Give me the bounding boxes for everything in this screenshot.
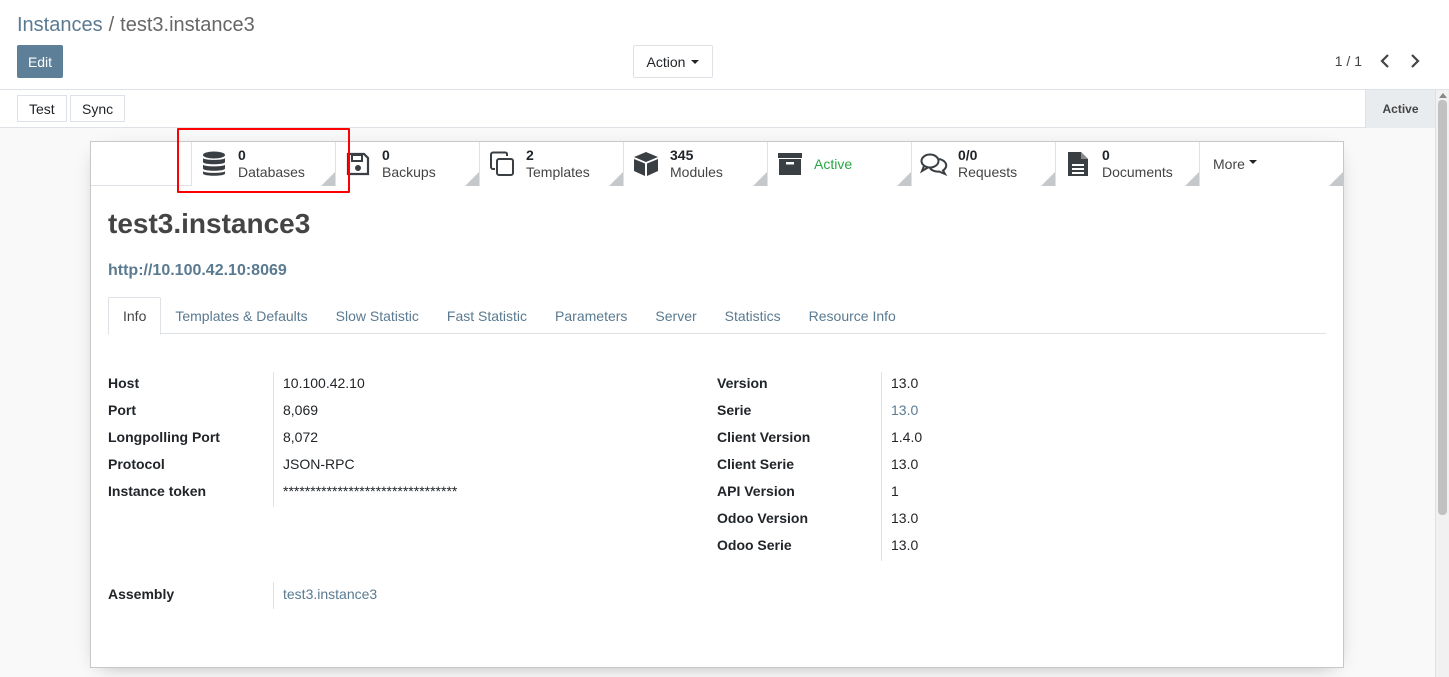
tab-templates-defaults[interactable]: Templates & Defaults <box>161 297 321 334</box>
breadcrumb-instances-link[interactable]: Instances <box>17 14 103 36</box>
field-host: Host <box>108 369 139 396</box>
divider <box>273 372 274 507</box>
action-dropdown-button[interactable]: Action <box>633 45 713 78</box>
documents-smart-button[interactable]: 0 Documents <box>1055 142 1199 186</box>
divider <box>273 582 274 609</box>
assembly-link[interactable]: test3.instance3 <box>283 586 377 602</box>
database-icon <box>200 150 228 178</box>
scrollbar[interactable] <box>1435 90 1449 677</box>
stat-value: 0 <box>382 147 390 163</box>
field-label: Version <box>717 374 768 391</box>
host-value: 10.100.42.10 <box>283 374 365 391</box>
stat-value: 0/0 <box>958 147 978 163</box>
action-label: Action <box>646 53 686 70</box>
field-label: Host <box>108 374 140 391</box>
field-label: Client Version <box>717 428 811 445</box>
instance-token-value: ******************************** <box>283 482 458 499</box>
backups-smart-button[interactable]: 0 Backups <box>335 142 479 186</box>
version-value: 13.0 <box>891 374 919 391</box>
breadcrumb: Instances / test3.instance3 <box>17 14 255 37</box>
templates-smart-button[interactable]: 2 Templates <box>479 142 623 186</box>
record-title: test3.instance3 <box>108 208 311 239</box>
field-label: Odoo Serie <box>717 536 792 553</box>
stat-value: 2 <box>526 147 534 163</box>
active-toggle-button[interactable]: Active <box>767 142 911 186</box>
edit-button[interactable]: Edit <box>17 45 63 78</box>
floppy-disk-icon <box>344 150 372 178</box>
test-button[interactable]: Test <box>17 95 67 122</box>
stat-label: Templates <box>526 164 590 180</box>
tab-parameters[interactable]: Parameters <box>541 297 641 334</box>
chevron-right-icon <box>1411 54 1420 68</box>
chevron-left-icon <box>1380 54 1389 68</box>
scroll-up-icon[interactable] <box>1439 93 1447 98</box>
control-panel: Instances / test3.instance3 Edit Action 1 … <box>0 0 1449 90</box>
tab-server[interactable]: Server <box>641 297 710 334</box>
breadcrumb-separator: / <box>108 14 115 36</box>
pager-value[interactable]: 1 / 1 <box>1335 53 1362 69</box>
field-label: Protocol <box>108 455 165 472</box>
stat-value: 0 <box>1102 147 1110 163</box>
comments-icon <box>920 150 948 178</box>
tab-statistics[interactable]: Statistics <box>711 297 795 334</box>
smart-button-box: 0 Databases 0 Backups 2 Templates 345 Mo… <box>191 142 1343 186</box>
divider <box>91 185 191 186</box>
field-label: Client Serie <box>717 455 795 472</box>
archive-icon <box>776 150 804 178</box>
breadcrumb-current: test3.instance3 <box>120 14 255 36</box>
api-version-value: 1 <box>891 482 899 499</box>
caret-down-icon <box>1248 160 1257 164</box>
tab-fast-statistic[interactable]: Fast Statistic <box>433 297 541 334</box>
document-icon <box>1064 150 1092 178</box>
sync-button[interactable]: Sync <box>70 95 126 122</box>
stat-label: Documents <box>1102 164 1173 180</box>
port-value: 8,069 <box>283 401 319 418</box>
modules-smart-button[interactable]: 345 Modules <box>623 142 767 186</box>
status-badge[interactable]: Active <box>1365 90 1435 128</box>
instance-url-link[interactable]: http://10.100.42.10:8069 <box>108 262 287 280</box>
tab-info[interactable]: Info <box>108 297 162 335</box>
field-label: Instance token <box>108 482 207 499</box>
field-label: Port <box>108 401 136 418</box>
odoo-serie-value: 13.0 <box>891 536 919 553</box>
field-label: API Version <box>717 482 795 499</box>
requests-smart-button[interactable]: 0/0 Requests <box>911 142 1055 186</box>
field-label: Odoo Version <box>717 509 809 526</box>
tab-resource-info[interactable]: Resource Info <box>795 297 910 334</box>
more-label: More <box>1213 156 1245 172</box>
stat-label: Modules <box>670 164 723 180</box>
statusbar: Test Sync Active <box>0 90 1435 128</box>
copy-icon <box>488 150 516 178</box>
scrollbar-thumb[interactable] <box>1438 100 1447 515</box>
stat-label: Requests <box>958 164 1018 180</box>
form-sheet: 0 Databases 0 Backups 2 Templates 345 Mo… <box>90 141 1344 668</box>
pager-next-button[interactable] <box>1405 50 1425 72</box>
field-label: Longpolling Port <box>108 428 220 445</box>
stat-value: 345 <box>670 147 694 163</box>
pager-previous-button[interactable] <box>1375 50 1395 72</box>
serie-link[interactable]: 13.0 <box>891 402 918 418</box>
protocol-value: JSON-RPC <box>283 455 355 472</box>
more-dropdown-button[interactable]: More <box>1199 142 1343 186</box>
tab-slow-statistic[interactable]: Slow Statistic <box>322 297 433 334</box>
field-label: Assembly <box>108 585 175 602</box>
notebook-tabs: Info Templates & Defaults Slow Statistic… <box>108 297 1326 335</box>
longpolling-port-value: 8,072 <box>283 428 319 445</box>
divider <box>881 372 882 561</box>
cube-icon <box>632 150 660 178</box>
stat-label: Databases <box>238 164 305 180</box>
databases-smart-button[interactable]: 0 Databases <box>191 142 335 186</box>
odoo-version-value: 13.0 <box>891 509 919 526</box>
stat-label: Backups <box>382 164 436 180</box>
active-label: Active <box>814 155 853 172</box>
field-label: Serie <box>717 401 752 418</box>
client-serie-value: 13.0 <box>891 455 919 472</box>
caret-down-icon <box>691 59 700 64</box>
client-version-value: 1.4.0 <box>891 428 923 445</box>
stat-value: 0 <box>238 147 246 163</box>
